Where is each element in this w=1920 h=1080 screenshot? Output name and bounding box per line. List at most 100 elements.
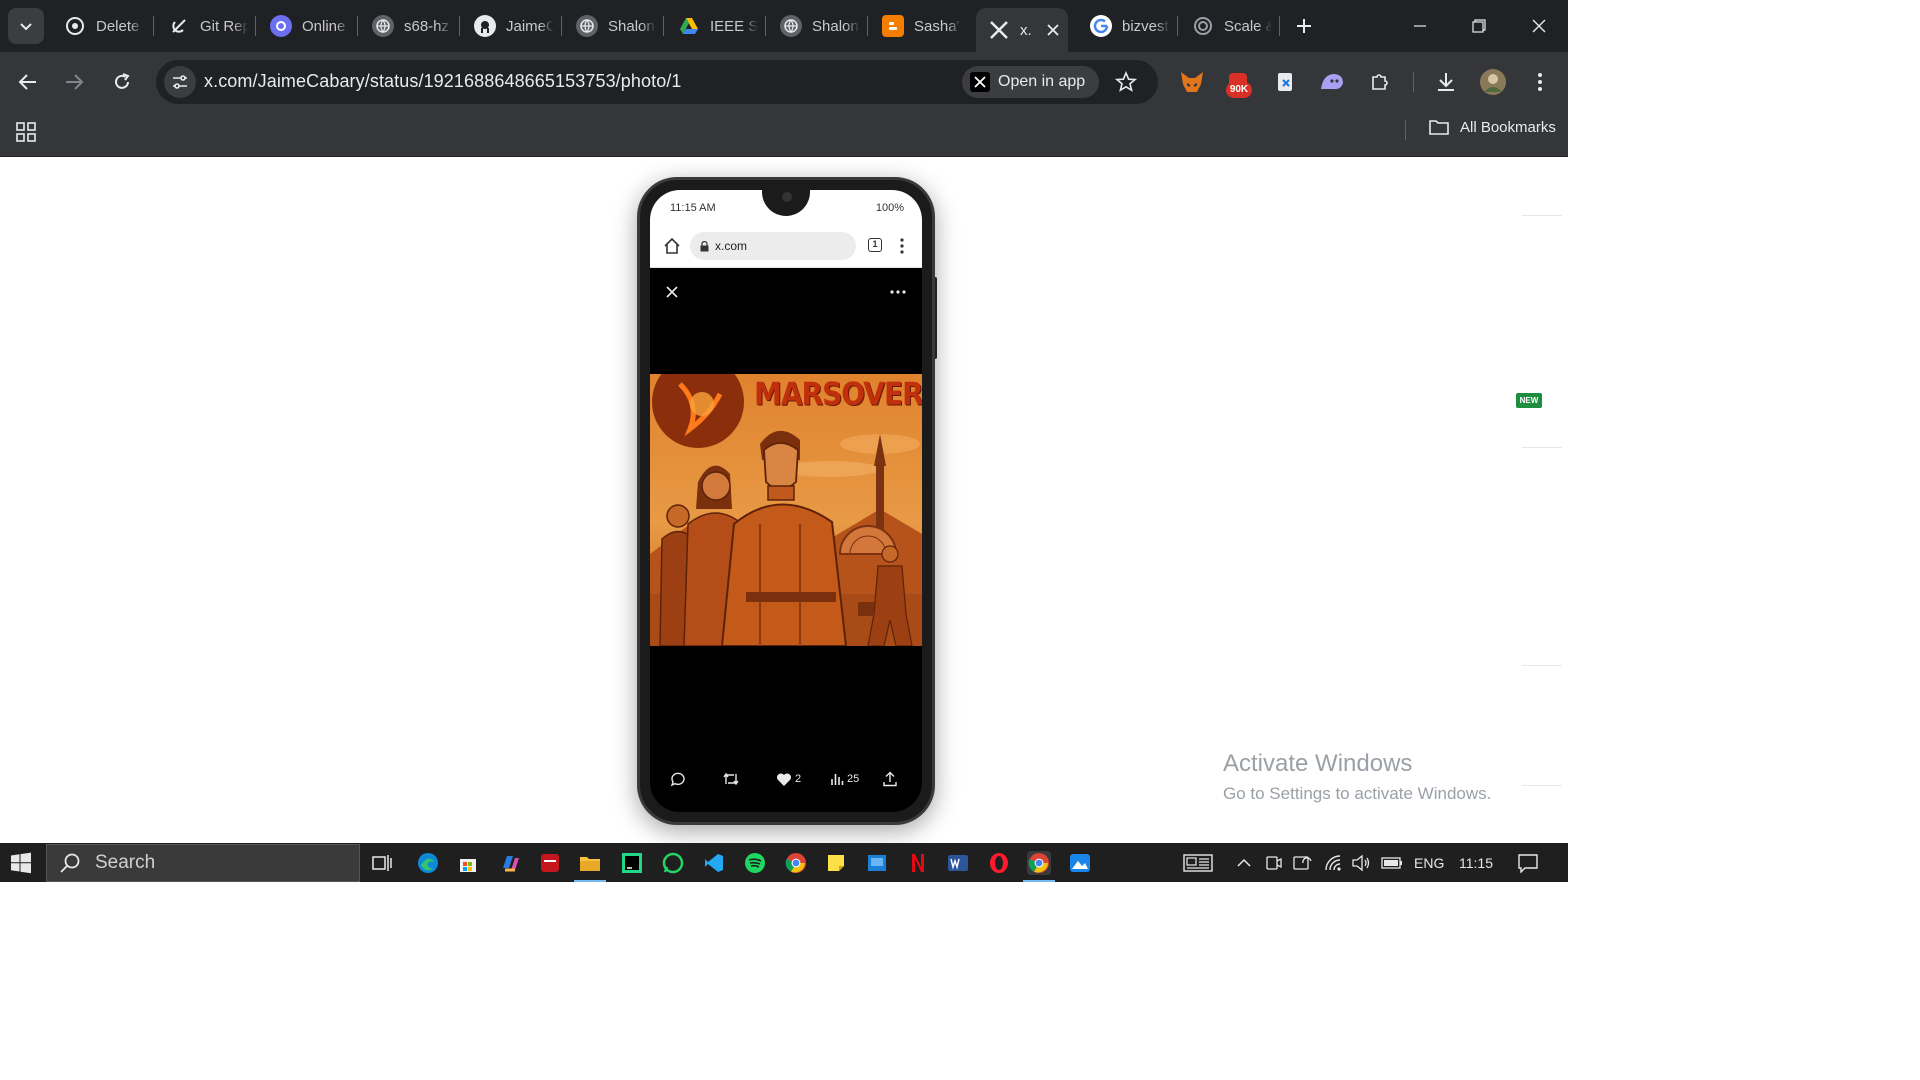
- whatsapp-app[interactable]: [661, 851, 685, 875]
- meet-now-icon[interactable]: [1265, 853, 1283, 873]
- bookmark-star-button[interactable]: [1112, 68, 1140, 96]
- extensions-button[interactable]: [1364, 66, 1396, 98]
- language-indicator[interactable]: ENG: [1414, 853, 1444, 873]
- blogger-icon: [882, 15, 904, 37]
- toolbar-divider: [1413, 72, 1414, 92]
- share-button[interactable]: [882, 768, 901, 790]
- blue-app[interactable]: [865, 851, 889, 875]
- tab-divider: [765, 16, 766, 36]
- profile-avatar[interactable]: [1477, 66, 1509, 98]
- photos-app[interactable]: [1068, 851, 1092, 875]
- reload-icon: [115, 73, 130, 89]
- lock-icon: [700, 240, 709, 251]
- tab-divider: [255, 16, 256, 36]
- like-button[interactable]: 2: [776, 768, 801, 790]
- tab-ieee[interactable]: IEEE SI: [666, 8, 766, 44]
- tab-sasha[interactable]: Sasha': [870, 8, 970, 44]
- mobile-url-field[interactable]: x.com: [690, 232, 856, 260]
- all-bookmarks-button[interactable]: All Bookmarks: [1428, 118, 1556, 136]
- taskbar-clock[interactable]: 11:15: [1459, 853, 1493, 873]
- ghost-icon: [1321, 74, 1343, 90]
- close-window-button[interactable]: [1516, 6, 1562, 46]
- apps-grid-icon[interactable]: [14, 120, 38, 144]
- chrome-menu-button[interactable]: [1524, 66, 1556, 98]
- notifications-button[interactable]: [1517, 853, 1539, 873]
- volume-icon[interactable]: [1351, 853, 1371, 873]
- url-text[interactable]: x.com/JaimeCabary/status/192168864866515…: [204, 71, 682, 92]
- sync-status-icon[interactable]: [1293, 853, 1313, 873]
- translate-extension[interactable]: [1270, 66, 1302, 98]
- chrome-app[interactable]: [784, 851, 808, 875]
- page-divider: [1522, 665, 1562, 666]
- word-app[interactable]: [946, 851, 970, 875]
- spotify-app[interactable]: [743, 851, 767, 875]
- netflix-app[interactable]: [906, 851, 930, 875]
- phone-status-time: 11:15 AM: [670, 202, 716, 214]
- pycharm-app[interactable]: [620, 851, 644, 875]
- store-app[interactable]: [456, 851, 480, 875]
- fox-icon: [1181, 72, 1203, 92]
- document-x-icon: [1278, 73, 1292, 91]
- tab-scale[interactable]: Scale &: [1180, 8, 1280, 44]
- all-bookmarks-label: All Bookmarks: [1460, 118, 1556, 136]
- edge-app[interactable]: [416, 851, 440, 875]
- tab-divider: [357, 16, 358, 36]
- windows-start-icon[interactable]: [10, 852, 32, 874]
- camera-icon: [1266, 856, 1282, 870]
- like-count: 2: [795, 773, 802, 785]
- network-icon[interactable]: [1324, 853, 1344, 873]
- site-info-button[interactable]: [164, 66, 196, 98]
- downloads-button[interactable]: [1430, 66, 1462, 98]
- more-vertical-icon[interactable]: [894, 236, 910, 256]
- page-viewport: 11:15 AM 100% x.com 1 MARSOVER 2 25 NEW: [0, 157, 1568, 843]
- news-widget[interactable]: [1183, 853, 1213, 873]
- app-icon: [541, 854, 559, 872]
- tray-overflow-button[interactable]: [1236, 853, 1252, 873]
- opera-app[interactable]: [987, 851, 1011, 875]
- forward-button[interactable]: [54, 62, 94, 102]
- views-button[interactable]: 25: [830, 768, 859, 790]
- red-app[interactable]: [538, 851, 562, 875]
- tab-delete[interactable]: Delete: [52, 8, 152, 44]
- x-logo-icon: [970, 72, 990, 92]
- phone-screen: 11:15 AM 100% x.com 1 MARSOVER 2 25: [650, 190, 922, 812]
- copilot-app[interactable]: [498, 851, 522, 875]
- more-horizontal-icon[interactable]: [886, 282, 910, 302]
- reload-button[interactable]: [102, 62, 142, 102]
- tab-s68[interactable]: s68-hz: [360, 8, 460, 44]
- minimize-button[interactable]: [1397, 6, 1443, 46]
- post-image[interactable]: MARSOVERSE: [650, 374, 922, 646]
- taskbar-search[interactable]: Search: [46, 844, 360, 882]
- vscode-icon: [705, 854, 723, 872]
- new-tab-button[interactable]: [1290, 12, 1318, 40]
- repost-button[interactable]: [722, 768, 743, 790]
- ghost-extension[interactable]: [1316, 66, 1348, 98]
- close-icon[interactable]: [662, 282, 682, 302]
- vscode-app[interactable]: [702, 851, 726, 875]
- tab-online[interactable]: Online: [258, 8, 358, 44]
- tab-search-button[interactable]: [8, 8, 44, 44]
- back-button[interactable]: [8, 62, 48, 102]
- mobile-tab-count[interactable]: 1: [868, 238, 882, 252]
- tab-shalon-1[interactable]: Shalon: [564, 8, 664, 44]
- tab-github[interactable]: JaimeC: [462, 8, 562, 44]
- tab-shalon-2[interactable]: Shalon: [768, 8, 868, 44]
- new-badge: NEW: [1516, 393, 1542, 408]
- tab-bizvest[interactable]: bizvest: [1078, 8, 1178, 44]
- restore-button[interactable]: [1456, 6, 1502, 46]
- open-in-app-button[interactable]: Open in app: [962, 66, 1100, 98]
- tab-git-rep[interactable]: Git Rep: [156, 8, 256, 44]
- post-actions-bar: 2 25: [650, 768, 922, 790]
- repost-icon: [723, 772, 739, 786]
- metamask-extension[interactable]: [1176, 66, 1208, 98]
- reply-button[interactable]: [670, 768, 689, 790]
- chrome-app-active[interactable]: [1023, 851, 1055, 882]
- battery-icon[interactable]: [1381, 853, 1403, 873]
- sticky-notes-app[interactable]: [824, 851, 848, 875]
- address-bar[interactable]: x.com/JaimeCabary/status/192168864866515…: [156, 60, 1158, 104]
- tab-x-active[interactable]: x.: [976, 8, 1068, 52]
- file-explorer-app[interactable]: [574, 851, 606, 882]
- task-view-button[interactable]: [370, 851, 394, 875]
- close-tab-icon[interactable]: [1044, 21, 1062, 39]
- home-icon[interactable]: [662, 236, 682, 256]
